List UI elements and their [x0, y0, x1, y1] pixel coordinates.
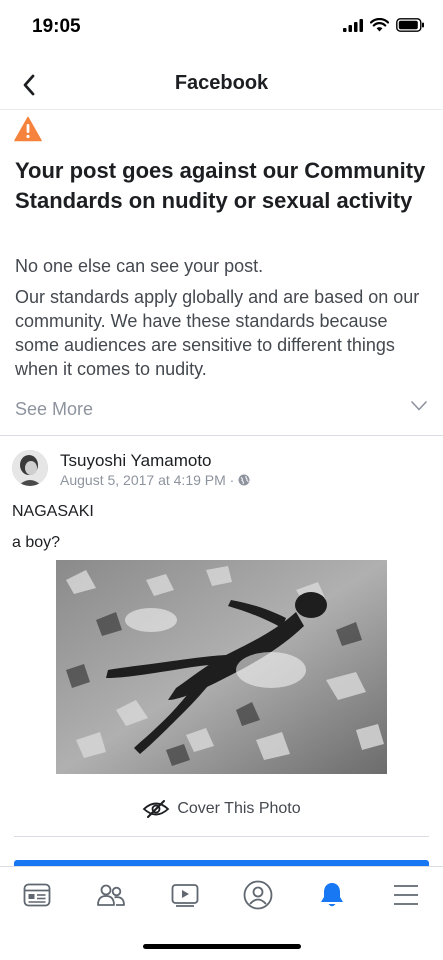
see-more-label: See More [15, 399, 94, 419]
tab-watch[interactable] [148, 867, 222, 922]
watch-icon [171, 883, 198, 907]
author-name[interactable]: Tsuyoshi Yamamoto [60, 451, 212, 471]
post-text-line: a boy? [12, 534, 61, 551]
post-text-line: NAGASAKI [12, 503, 94, 520]
tab-profile[interactable] [221, 867, 295, 922]
eye-slash-icon [142, 800, 170, 818]
status-bar: 19:05 [0, 0, 443, 56]
post-header: Tsuyoshi Yamamoto August 5, 2017 at 4:19… [0, 446, 443, 496]
chevron-down-icon [411, 401, 427, 411]
cover-photo-label: Cover This Photo [177, 800, 301, 817]
cover-photo-button[interactable]: Cover This Photo [0, 796, 443, 822]
avatar[interactable] [12, 450, 48, 486]
tab-notifications[interactable] [295, 860, 369, 922]
visibility-note: No one else can see your post. [15, 256, 264, 276]
status-time: 19:05 [32, 16, 81, 37]
home-indicator[interactable] [143, 944, 301, 949]
post-meta: August 5, 2017 at 4:19 PM · [60, 472, 250, 488]
status-icons [343, 18, 425, 32]
post-photo[interactable] [56, 560, 387, 774]
post-timestamp[interactable]: August 5, 2017 at 4:19 PM · [60, 472, 234, 488]
violation-headline: Your post goes against our Community Sta… [15, 158, 426, 213]
tab-friends[interactable] [74, 867, 148, 922]
wifi-icon [370, 18, 389, 32]
see-more-button[interactable]: See More [0, 390, 443, 436]
news-feed-icon [23, 883, 51, 906]
friends-icon [96, 884, 125, 906]
globe-icon [238, 474, 250, 486]
page-title: Facebook [174, 72, 269, 94]
notifications-icon [321, 882, 344, 906]
divider [14, 836, 429, 837]
battery-icon [396, 18, 424, 32]
profile-icon [243, 880, 273, 909]
warning-icon [14, 116, 42, 142]
tab-news-feed[interactable] [0, 867, 74, 922]
tab-menu[interactable] [369, 867, 443, 922]
nav-bar: Facebook [0, 60, 443, 110]
standards-explanation: Our standards apply globally and are bas… [15, 287, 420, 379]
menu-icon [394, 884, 419, 905]
cellular-signal-icon [343, 18, 363, 32]
tab-bar [0, 860, 443, 922]
